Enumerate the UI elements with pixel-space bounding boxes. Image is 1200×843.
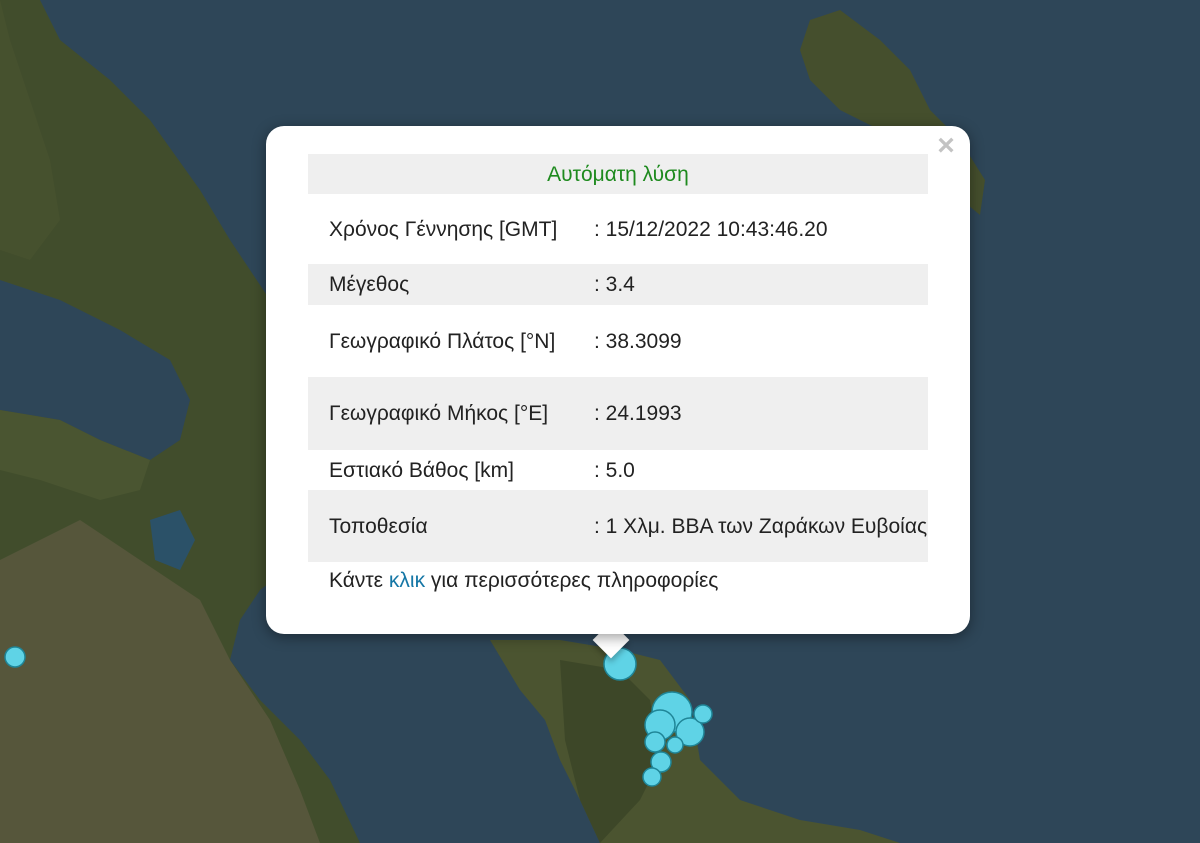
earthquake-marker[interactable] — [4, 646, 26, 668]
popup-title: Αυτόματη λύση — [308, 154, 928, 194]
event-details-table: Αυτόματη λύση Χρόνος Γέννησης [GMT] : 15… — [308, 154, 928, 562]
row-value: : 24.1993 — [593, 377, 928, 450]
earthquake-marker[interactable] — [642, 767, 662, 787]
earthquake-info-popup: × Αυτόματη λύση Χρόνος Γέννησης [GMT] : … — [266, 126, 970, 634]
row-label: Γεωγραφικό Πλάτος [°N] — [329, 329, 556, 353]
earthquake-marker[interactable] — [666, 736, 684, 754]
row-value: : 1 Χλμ. ΒΒΑ των Ζαράκων Ευβοίας — [593, 490, 928, 562]
row-value: : 5.0 — [594, 458, 635, 482]
more-info-prefix: Κάντε — [329, 569, 384, 592]
table-row: Γεωγραφικό Πλάτος [°N] : 38.3099 — [308, 305, 928, 377]
more-info-line: Κάντε κλικ για περισσότερες πληροφορίες — [329, 569, 718, 593]
popup-header-row: Αυτόματη λύση — [308, 154, 928, 194]
row-value: : 38.3099 — [594, 329, 682, 353]
table-row: Γεωγραφικό Μήκος [°E] : 24.1993 — [308, 377, 928, 450]
row-label: Μέγεθος — [308, 264, 593, 305]
table-row: Τοποθεσία : 1 Χλμ. ΒΒΑ των Ζαράκων Ευβοί… — [308, 490, 928, 562]
row-label: Τοποθεσία — [308, 490, 593, 562]
table-row: Μέγεθος : 3.4 — [308, 264, 928, 305]
row-value: : 3.4 — [593, 264, 928, 305]
more-info-link[interactable]: κλικ — [389, 569, 425, 592]
row-label: Χρόνος Γέννησης [GMT] — [329, 217, 558, 241]
row-label: Γεωγραφικό Μήκος [°E] — [308, 377, 593, 450]
row-value: : 15/12/2022 10:43:46.20 — [594, 217, 828, 241]
earthquake-marker[interactable] — [644, 731, 666, 753]
close-icon[interactable]: × — [934, 131, 958, 161]
table-row: Εστιακό Βάθος [km] : 5.0 — [308, 450, 928, 490]
earthquake-marker[interactable] — [693, 704, 713, 724]
row-label: Εστιακό Βάθος [km] — [329, 458, 514, 482]
table-row: Χρόνος Γέννησης [GMT] : 15/12/2022 10:43… — [308, 194, 928, 264]
more-info-suffix: για περισσότερες πληροφορίες — [430, 569, 719, 592]
